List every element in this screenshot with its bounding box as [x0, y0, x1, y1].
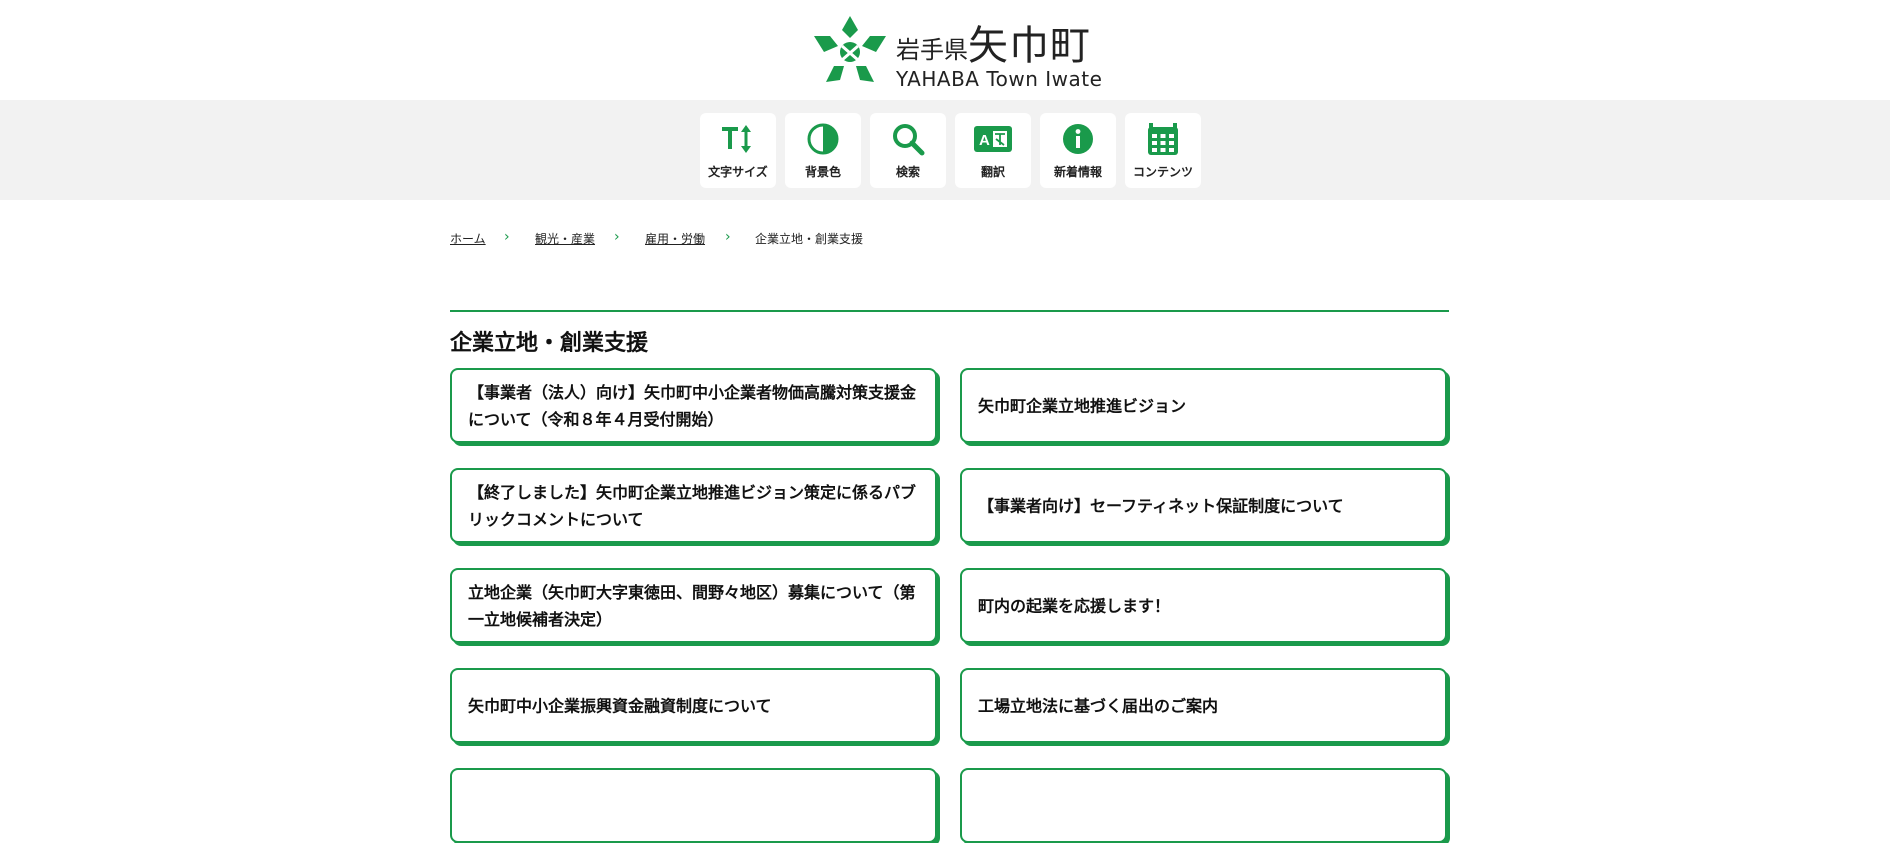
text-size-button[interactable]: 文字サイズ [700, 113, 776, 188]
town-emblem-icon [814, 16, 886, 82]
chevron-right-icon: › [725, 229, 731, 245]
svg-text:A: A [979, 132, 990, 149]
logo-prefecture: 岩手県 [896, 36, 968, 64]
text-size-icon [722, 125, 751, 153]
article-card[interactable]: 町内の起業を応援します！ [960, 568, 1447, 643]
article-card[interactable]: 【事業者向け】セーフティネット保証制度について [960, 468, 1447, 543]
logo-english-name: YAHABA Town Iwate [896, 67, 1103, 91]
article-card-title: 矢巾町企業立地推進ビジョン [978, 396, 1187, 415]
contents-label: コンテンツ [1132, 165, 1193, 179]
article-card-title: 【事業者向け】セーフティネット保証制度について [978, 496, 1344, 515]
breadcrumb-employment-link[interactable]: 雇用・労働 [645, 230, 705, 247]
logo-town-name: 矢巾町 [968, 23, 1091, 69]
article-card-title: 矢巾町中小企業振興資金融資制度について [468, 696, 772, 715]
text-size-label: 文字サイズ [708, 165, 768, 179]
breadcrumb-tourism-link[interactable]: 観光・産業 [535, 230, 595, 247]
article-card-title: 【事業者（法人）向け】矢巾町中小企業者物価高騰対策支援金について（令和８年４月受… [468, 382, 917, 429]
chevron-right-icon: › [504, 229, 510, 245]
article-card[interactable]: 矢巾町企業立地推進ビジョン [960, 368, 1447, 443]
article-card[interactable]: 【終了しました】矢巾町企業立地推進ビジョン策定に係るパブリックコメントについて [450, 468, 937, 543]
article-card[interactable] [450, 768, 937, 843]
translate-button[interactable]: A 翻訳 [955, 113, 1031, 188]
news-button[interactable]: 新着情報 [1040, 113, 1116, 188]
utility-toolbar: 文字サイズ 背景色 検索 A 翻訳 新着情報 コンテンツ [0, 100, 1890, 200]
translate-label: 翻訳 [980, 165, 1005, 179]
search-icon [893, 124, 925, 156]
background-color-button[interactable]: 背景色 [785, 113, 861, 188]
article-card[interactable]: 【事業者（法人）向け】矢巾町中小企業者物価高騰対策支援金について（令和８年４月受… [450, 368, 937, 443]
calendar-grid-icon [1148, 123, 1178, 155]
article-card-title: 【終了しました】矢巾町企業立地推進ビジョン策定に係るパブリックコメントについて [468, 482, 917, 529]
site-logo[interactable]: 岩手県 矢巾町 YAHABA Town Iwate [812, 14, 1102, 90]
article-card-title: 立地企業（矢巾町大字東徳田、間野々地区）募集について（第一立地候補者決定） [468, 582, 916, 629]
page-title: 企業立地・創業支援 [450, 331, 649, 356]
article-card[interactable]: 工場立地法に基づく届出のご案内 [960, 668, 1447, 743]
contrast-icon [807, 123, 839, 155]
site-header: 岩手県 矢巾町 YAHABA Town Iwate [0, 0, 1890, 100]
breadcrumb-current: 企業立地・創業支援 [755, 232, 864, 246]
contents-button[interactable]: コンテンツ [1125, 113, 1201, 188]
article-card[interactable] [960, 768, 1447, 843]
article-card-title: 工場立地法に基づく届出のご案内 [978, 696, 1219, 715]
article-card[interactable]: 立地企業（矢巾町大字東徳田、間野々地区）募集について（第一立地候補者決定） [450, 568, 937, 643]
background-color-label: 背景色 [804, 165, 841, 179]
article-card[interactable]: 矢巾町中小企業振興資金融資制度について [450, 668, 937, 743]
chevron-right-icon: › [614, 229, 620, 245]
breadcrumb-home-link[interactable]: ホーム [450, 230, 486, 247]
search-button[interactable]: 検索 [870, 113, 946, 188]
info-icon [1063, 124, 1093, 154]
search-label: 検索 [895, 165, 920, 179]
title-rule [450, 310, 1449, 312]
article-card-title: 町内の起業を応援します！ [978, 596, 1171, 615]
news-label: 新着情報 [1053, 165, 1102, 179]
translate-icon: A [974, 126, 1012, 152]
